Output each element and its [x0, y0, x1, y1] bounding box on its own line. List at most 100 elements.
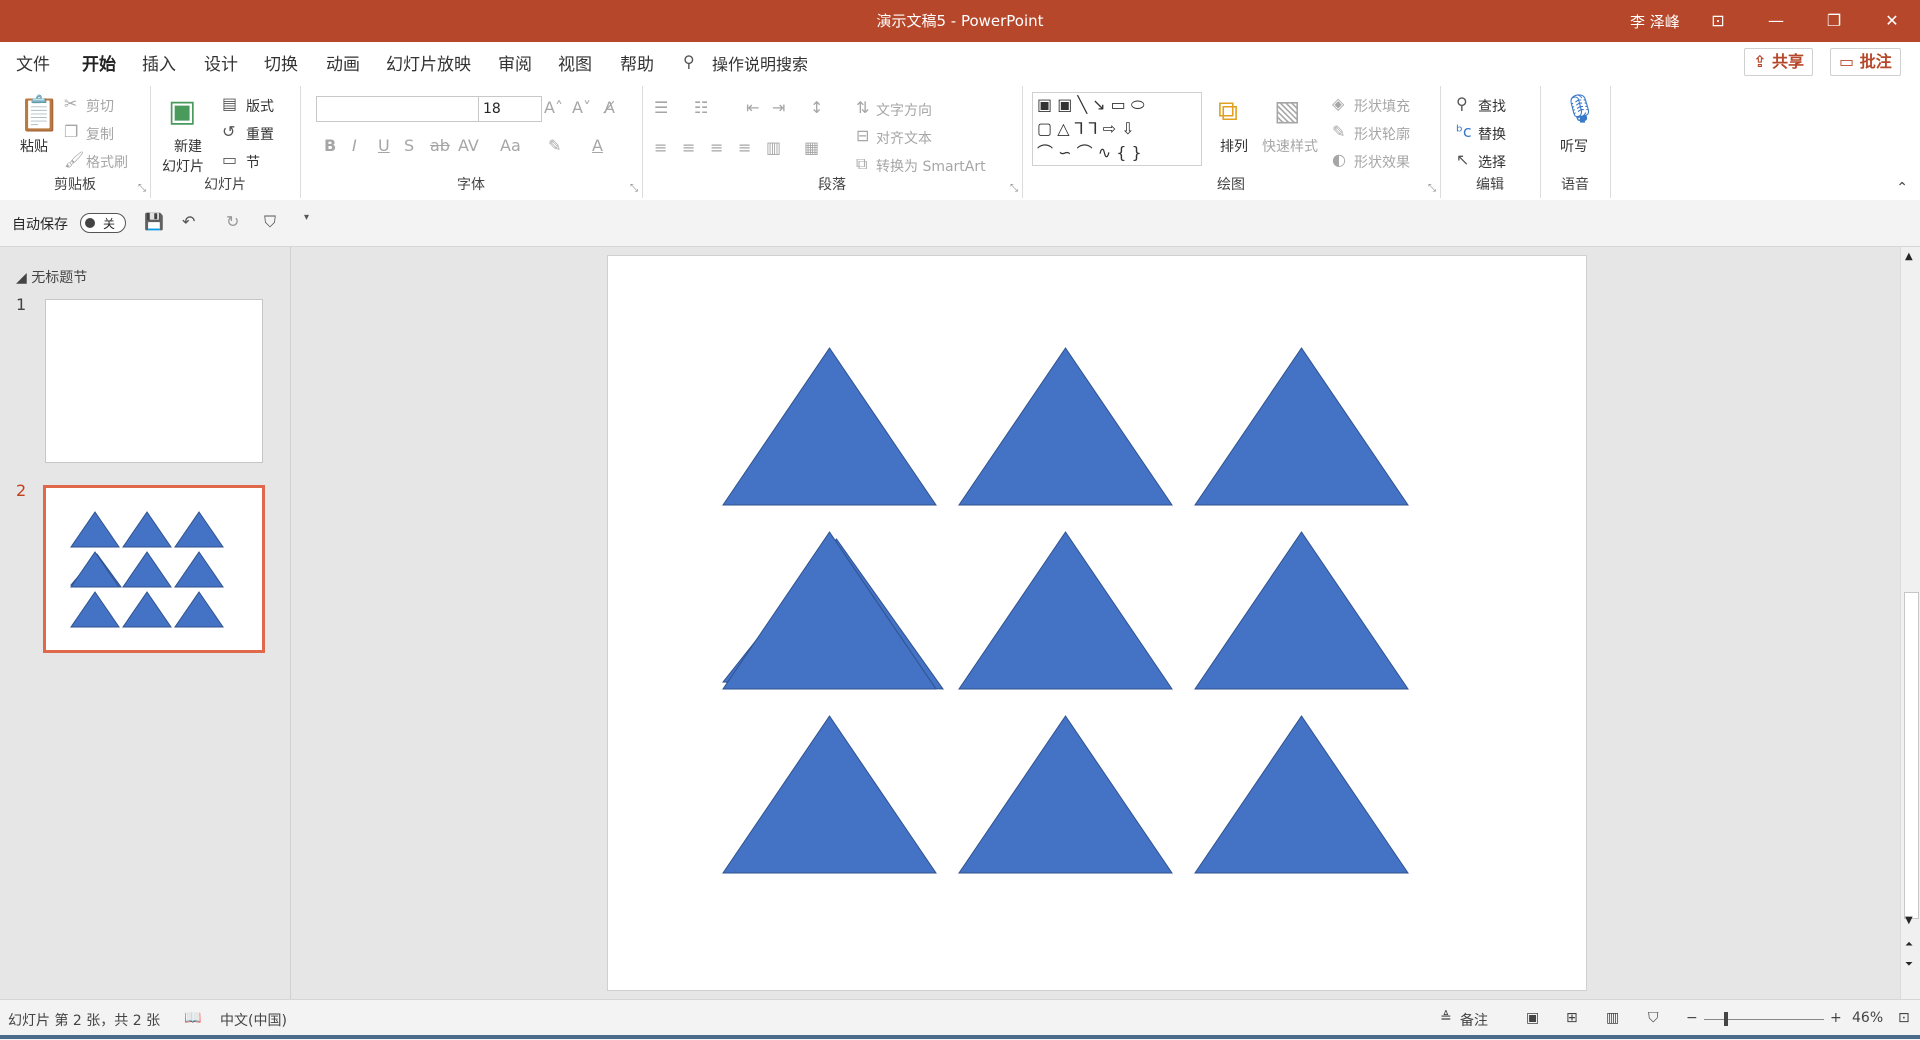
tab-home[interactable]: 开始: [82, 50, 116, 83]
share-button[interactable]: ⇪ 共享: [1744, 48, 1813, 76]
new-slide-label-2[interactable]: 幻灯片: [162, 156, 204, 176]
reading-view-icon[interactable]: ▥: [1606, 1010, 1619, 1026]
rounded-rectangle-shape-icon[interactable]: ▢: [1037, 119, 1052, 138]
shrink-font-icon[interactable]: A˅: [572, 98, 591, 117]
tab-insert[interactable]: 插入: [142, 50, 176, 75]
zoom-slider[interactable]: [1704, 1019, 1824, 1020]
autosave-toggle[interactable]: 关: [80, 213, 126, 233]
distributed-icon[interactable]: ▥: [766, 138, 781, 157]
shapes-gallery[interactable]: ▣ ▣ ╲ ↘ ▭ ⬭ ▢ △ ⅂ ⅂ ⇨ ⇩ ⌒ ∽ ⌒ ∿ { }: [1032, 92, 1202, 166]
clear-formatting-icon[interactable]: A̸: [604, 98, 615, 117]
tab-review[interactable]: 审阅: [498, 50, 532, 75]
slide-sorter-icon[interactable]: ⊞: [1566, 1010, 1578, 1026]
arrange-button[interactable]: 排列: [1220, 136, 1248, 156]
redo-icon[interactable]: ↻: [226, 212, 239, 231]
paragraph-launcher-icon[interactable]: ⤡: [1010, 183, 1018, 194]
scribble-shape-icon[interactable]: ∽: [1058, 143, 1071, 162]
font-color-icon[interactable]: A: [592, 136, 603, 155]
triangle-shape-r3-c3[interactable]: [1194, 715, 1409, 874]
highlight-icon[interactable]: ✎: [548, 136, 561, 155]
notes-button[interactable]: 备注: [1460, 1010, 1488, 1030]
spelling-icon[interactable]: 📖: [184, 1010, 201, 1026]
quick-styles-icon[interactable]: ▧: [1274, 94, 1300, 127]
right-arrow-shape-icon[interactable]: ⇨: [1103, 119, 1116, 138]
vertical-scrollbar[interactable]: ▲ ▼ ⏶ ⏷: [1900, 247, 1920, 999]
shape-effects-button[interactable]: 形状效果: [1354, 152, 1410, 172]
new-slide-icon[interactable]: ▣: [168, 94, 196, 129]
collapse-section-icon[interactable]: ◢: [16, 270, 27, 286]
slide-thumbnail-2[interactable]: [43, 485, 265, 653]
select-button[interactable]: 选择: [1478, 152, 1506, 172]
vertical-textbox-shape-icon[interactable]: ▣: [1057, 95, 1072, 114]
paste-icon[interactable]: 📋: [18, 94, 60, 134]
textbox-shape-icon[interactable]: ▣: [1037, 95, 1052, 114]
layout-button[interactable]: 版式: [246, 96, 274, 116]
change-case-icon[interactable]: Aa: [500, 136, 521, 155]
reset-button[interactable]: 重置: [246, 124, 274, 144]
character-spacing-icon[interactable]: AV: [458, 136, 479, 155]
grow-font-icon[interactable]: A˄: [544, 98, 563, 117]
numbering-icon[interactable]: ☷: [694, 98, 708, 117]
triangle-shape-r1-c2[interactable]: [122, 511, 172, 548]
new-slide-label-1[interactable]: 新建: [174, 136, 202, 156]
underline-icon[interactable]: U: [378, 136, 390, 155]
triangle-shape-r2-c1[interactable]: [722, 531, 937, 690]
cut-button[interactable]: 剪切: [86, 96, 114, 116]
zoom-level[interactable]: 46%: [1852, 1010, 1883, 1026]
dictate-button[interactable]: 听写: [1560, 136, 1588, 156]
arc-shape-icon[interactable]: ⌒: [1077, 143, 1093, 162]
triangle-shape-r2-c2[interactable]: [122, 551, 172, 588]
tab-file[interactable]: 文件: [16, 50, 50, 75]
rectangle-shape-icon[interactable]: ▭: [1111, 95, 1126, 114]
font-name-combobox[interactable]: [316, 96, 482, 122]
triangle-shape-r3-c1[interactable]: [70, 591, 120, 628]
triangle-shape-icon[interactable]: △: [1057, 119, 1069, 138]
language-indicator[interactable]: 中文(中国): [220, 1010, 287, 1030]
slide-canvas[interactable]: [607, 255, 1587, 991]
clipboard-launcher-icon[interactable]: ⤡: [138, 183, 146, 194]
triangle-shape-r3-c3[interactable]: [174, 591, 224, 628]
triangle-shape-r2-c3[interactable]: [174, 551, 224, 588]
find-button[interactable]: 查找: [1478, 96, 1506, 116]
restore-button[interactable]: ❐: [1812, 6, 1856, 36]
zoom-slider-knob[interactable]: [1724, 1012, 1728, 1026]
elbow-arrow-shape-icon[interactable]: ⅂: [1089, 119, 1098, 138]
bullets-icon[interactable]: ☰: [654, 98, 668, 117]
paste-button[interactable]: 粘贴: [20, 136, 48, 156]
triangle-shape-r1-c3[interactable]: [174, 511, 224, 548]
italic-icon[interactable]: I: [352, 136, 357, 155]
line-shape-icon[interactable]: ╲: [1077, 95, 1087, 114]
left-brace-shape-icon[interactable]: {: [1116, 143, 1126, 162]
tab-transitions[interactable]: 切换: [264, 50, 298, 75]
undo-icon[interactable]: ↶: [182, 212, 195, 231]
scrollbar-thumb[interactable]: [1904, 592, 1919, 919]
triangle-shape-r2-c1[interactable]: [70, 551, 120, 588]
shape-outline-button[interactable]: 形状轮廓: [1354, 124, 1410, 144]
scroll-up-icon[interactable]: ▲: [1905, 251, 1913, 262]
text-direction-button[interactable]: 文字方向: [876, 100, 932, 120]
line-spacing-icon[interactable]: ↕: [810, 98, 823, 117]
triangle-shape-r1-c1[interactable]: [722, 347, 937, 506]
align-center-icon[interactable]: ≡: [682, 138, 695, 157]
decrease-indent-icon[interactable]: ⇤: [746, 98, 759, 117]
quick-styles-button[interactable]: 快速样式: [1262, 136, 1318, 156]
freeform-shape-icon[interactable]: ⌒: [1037, 143, 1053, 162]
copy-button[interactable]: 复制: [86, 124, 114, 144]
microphone-icon[interactable]: 🎙: [1562, 92, 1598, 125]
save-icon[interactable]: 💾: [144, 212, 164, 231]
increase-indent-icon[interactable]: ⇥: [772, 98, 785, 117]
triangle-shape-r3-c2[interactable]: [122, 591, 172, 628]
ribbon-display-options-icon[interactable]: ⊡: [1696, 6, 1740, 36]
triangle-shape-r3-c1[interactable]: [722, 715, 937, 874]
normal-view-icon[interactable]: ▣: [1526, 1010, 1539, 1026]
next-slide-icon[interactable]: ⏷: [1905, 959, 1913, 970]
tab-animations[interactable]: 动画: [326, 50, 360, 75]
tell-me-search[interactable]: 操作说明搜索: [712, 51, 808, 75]
tab-slideshow[interactable]: 幻灯片放映: [386, 50, 471, 75]
tab-design[interactable]: 设计: [204, 50, 238, 75]
columns-icon[interactable]: ▦: [804, 138, 819, 157]
down-arrow-shape-icon[interactable]: ⇩: [1121, 119, 1134, 138]
section-button[interactable]: 节: [246, 152, 260, 172]
customize-qat-icon[interactable]: ▾: [304, 212, 309, 223]
triangle-shape-r2-c3[interactable]: [1194, 531, 1409, 690]
